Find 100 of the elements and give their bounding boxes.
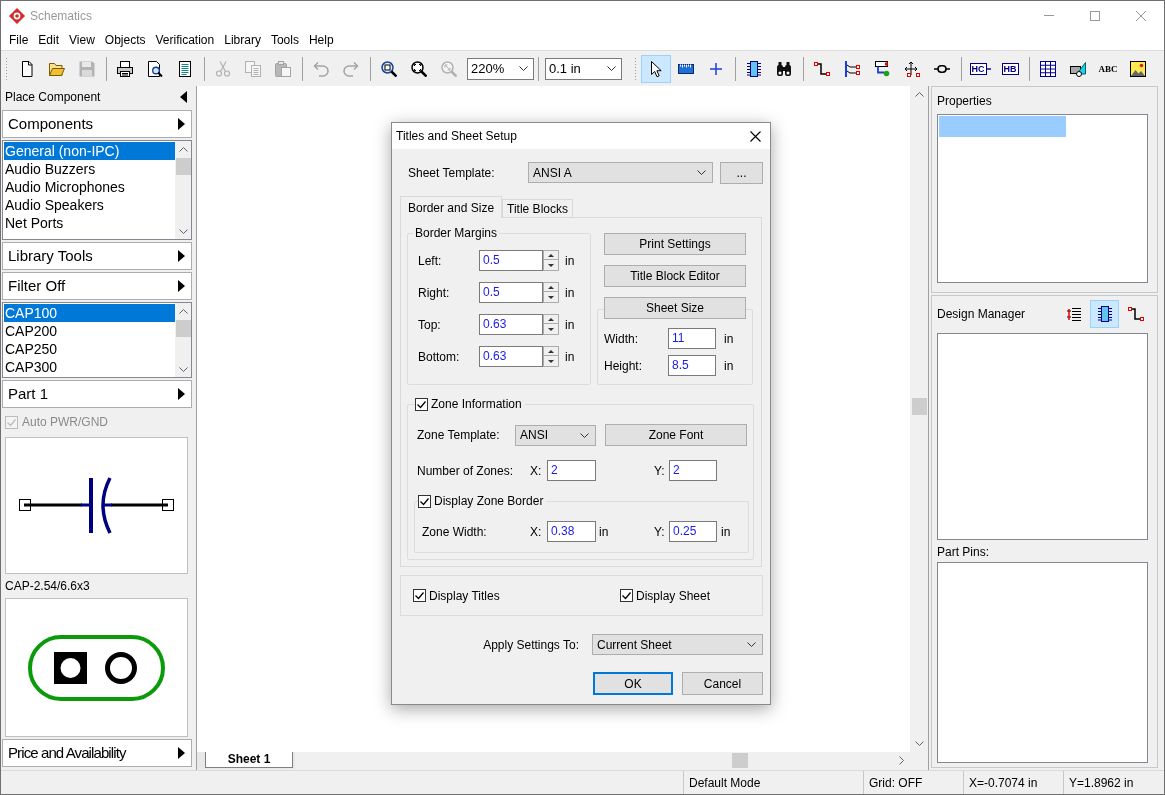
menu-item[interactable]: Library xyxy=(219,30,266,50)
list-item[interactable]: Net Ports xyxy=(4,214,175,232)
caret-left-icon[interactable] xyxy=(180,91,187,103)
toolbar-grip[interactable] xyxy=(634,57,637,80)
menu-item[interactable]: Objects xyxy=(99,30,151,50)
sheet-template-dropdown[interactable]: ANSI A xyxy=(528,162,713,183)
filter-button[interactable]: Filter Off xyxy=(2,272,192,300)
menu-item[interactable]: Tools xyxy=(265,30,304,50)
checkbox-label[interactable]: Display Zone Border xyxy=(431,494,547,508)
chip-icon xyxy=(1096,306,1113,322)
zone-template-dropdown[interactable]: ANSI xyxy=(515,424,596,446)
checkbox[interactable] xyxy=(413,589,426,602)
hierarchical-connector-button[interactable]: HC xyxy=(965,54,995,83)
field-label: Width: xyxy=(603,330,639,348)
caret-down-icon xyxy=(548,263,554,267)
caret-right-icon[interactable] xyxy=(178,388,185,400)
list-scrollbar[interactable] xyxy=(175,303,191,377)
field-label: Apply Settings To: xyxy=(483,636,579,654)
text-field[interactable]: 0.63 xyxy=(479,314,543,335)
menu-item[interactable]: View xyxy=(64,30,100,50)
scrollbar-thumb[interactable] xyxy=(732,753,748,768)
parts-view-button[interactable] xyxy=(1090,300,1119,328)
caret-down-icon xyxy=(548,327,554,331)
checkbox-label[interactable]: Display Titles xyxy=(429,586,500,605)
menu-item[interactable]: Edit xyxy=(33,30,65,50)
text-field[interactable]: 0.5 xyxy=(479,282,543,303)
apply-settings-dropdown[interactable]: Current Sheet xyxy=(592,634,763,655)
list-item[interactable]: CAP100 xyxy=(4,304,175,322)
spin-down-button[interactable] xyxy=(543,356,559,367)
spin-up-button[interactable] xyxy=(543,346,559,356)
text-field[interactable]: 8.5 xyxy=(668,355,716,376)
toolbar-grip[interactable] xyxy=(5,57,8,80)
caret-right-icon[interactable] xyxy=(178,118,185,130)
list-item[interactable]: Audio Buzzers xyxy=(4,160,175,178)
spin-down-button[interactable] xyxy=(543,260,559,271)
text-field[interactable]: 2 xyxy=(547,460,596,481)
dialog-button[interactable]: Print Settings xyxy=(604,233,746,255)
dialog-tab[interactable]: Border and Size xyxy=(400,196,503,218)
unit-label: in xyxy=(721,523,731,541)
menu-item[interactable]: File xyxy=(4,30,34,50)
scrollbar-thumb[interactable] xyxy=(911,398,927,415)
chevron-right-icon xyxy=(899,756,904,765)
spin-down-button[interactable] xyxy=(543,292,559,303)
dialog-tab[interactable]: Title Blocks xyxy=(502,199,573,217)
text-field[interactable]: 0.63 xyxy=(479,346,543,367)
dialog-button[interactable]: Title Block Editor xyxy=(604,265,746,287)
checkbox[interactable] xyxy=(620,589,633,602)
caret-right-icon[interactable] xyxy=(178,747,185,759)
library-tools-button[interactable]: Library Tools xyxy=(2,242,192,270)
menu-item[interactable]: Help xyxy=(303,30,339,50)
zoom-level-dropdown[interactable]: 220% xyxy=(467,57,534,80)
checkbox[interactable] xyxy=(415,397,428,411)
caret-right-icon[interactable] xyxy=(178,250,185,262)
text-field[interactable]: 0.5 xyxy=(479,250,543,271)
text-tool-button[interactable]: ABC xyxy=(1093,54,1123,83)
price-availability-button[interactable]: Price and Availability xyxy=(2,739,192,767)
list-item[interactable]: CAP300 xyxy=(4,358,175,376)
list-item[interactable]: General (non-IPC) xyxy=(4,142,175,160)
grid-size-dropdown[interactable]: 0.1 in xyxy=(545,57,622,80)
label-node-icon xyxy=(874,60,890,77)
browse-button[interactable]: ... xyxy=(720,161,763,184)
cancel-button[interactable]: Cancel xyxy=(682,672,763,695)
wire-icon xyxy=(1127,306,1144,322)
list-item[interactable]: CAP250 xyxy=(4,340,175,358)
checkbox-label[interactable]: Display Sheet xyxy=(636,586,711,605)
spin-up-button[interactable] xyxy=(543,282,559,292)
checkbox[interactable] xyxy=(418,494,431,508)
ok-button[interactable]: OK xyxy=(593,672,673,695)
panel-title: Properties xyxy=(937,94,993,109)
zone-font-button[interactable]: Zone Font xyxy=(605,424,747,446)
spin-up-button[interactable] xyxy=(543,314,559,324)
checkbox-label[interactable]: Zone Information xyxy=(428,397,525,411)
list-item[interactable]: CAP200 xyxy=(4,322,175,340)
text-field[interactable]: 0.38 xyxy=(547,521,596,542)
components-button[interactable]: Components xyxy=(2,110,192,138)
list-scrollbar[interactable] xyxy=(175,141,191,239)
list-item[interactable]: Audio Speakers xyxy=(4,196,175,214)
caret-right-icon[interactable] xyxy=(178,280,185,292)
field-label: Y: xyxy=(654,462,666,480)
magnifier-icon xyxy=(441,60,457,77)
unit-label: in xyxy=(598,523,610,541)
wire-icon xyxy=(814,60,830,77)
footprint-name: CAP-2.54/6.6x3 xyxy=(5,578,90,595)
sheet-size-button[interactable]: Sheet Size xyxy=(604,297,746,319)
select-tool-button[interactable] xyxy=(641,54,671,83)
text-field[interactable]: 2 xyxy=(669,460,717,481)
part-button[interactable]: Part 1 xyxy=(2,380,192,408)
undo-arrow-icon xyxy=(313,60,329,77)
text-field[interactable]: 0.25 xyxy=(669,521,717,542)
hierarchical-block-button[interactable]: HB xyxy=(995,54,1025,83)
scrollbar-thumb[interactable] xyxy=(175,158,191,175)
spin-down-button[interactable] xyxy=(543,324,559,335)
list-item[interactable]: Audio Microphones xyxy=(4,178,175,196)
sheet-tab[interactable]: Sheet 1 xyxy=(205,752,293,768)
text-field[interactable]: 11 xyxy=(668,328,716,349)
menu-item[interactable]: Verification xyxy=(150,30,220,50)
chevron-up-icon xyxy=(178,146,188,152)
scrollbar-thumb[interactable] xyxy=(175,320,191,337)
spin-up-button[interactable] xyxy=(543,250,559,260)
pin-line-icon xyxy=(986,67,991,70)
